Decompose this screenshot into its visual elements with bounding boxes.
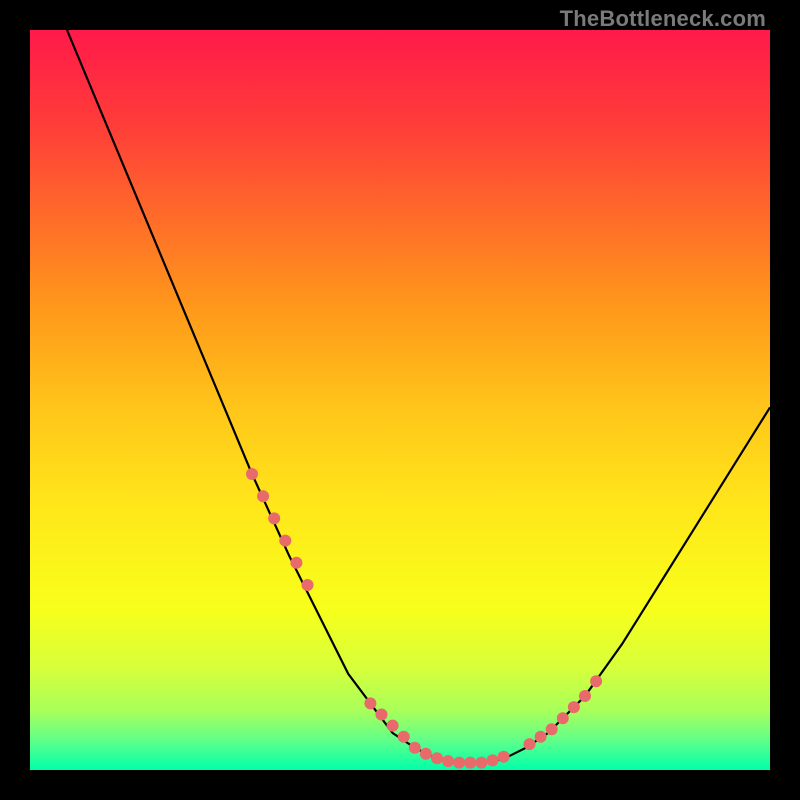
highlight-dot [302,579,314,591]
highlight-dot [442,755,454,767]
highlight-dot [557,712,569,724]
highlight-dot [487,754,499,766]
chart-frame: TheBottleneck.com [0,0,800,800]
highlight-dot [398,731,410,743]
highlight-dot [579,690,591,702]
highlight-dot [568,701,580,713]
highlight-dot [535,731,547,743]
highlight-dot [464,757,476,769]
plot-area [30,30,770,770]
highlight-dot [453,757,465,769]
highlight-dot [475,757,487,769]
highlight-dot [431,752,443,764]
highlight-dot [290,557,302,569]
highlight-dot [268,512,280,524]
highlight-dot [524,738,536,750]
highlight-dot [376,709,388,721]
highlight-dot [546,723,558,735]
highlight-dot [420,748,432,760]
highlight-dot [279,535,291,547]
highlight-points [246,468,602,769]
highlight-dot [498,751,510,763]
bottleneck-curve [67,30,770,763]
highlight-dot [364,697,376,709]
highlight-dot [246,468,258,480]
highlight-dot [590,675,602,687]
watermark-text: TheBottleneck.com [560,6,766,32]
highlight-dot [409,742,421,754]
highlight-dot [257,490,269,502]
highlight-dot [387,720,399,732]
chart-svg [30,30,770,770]
